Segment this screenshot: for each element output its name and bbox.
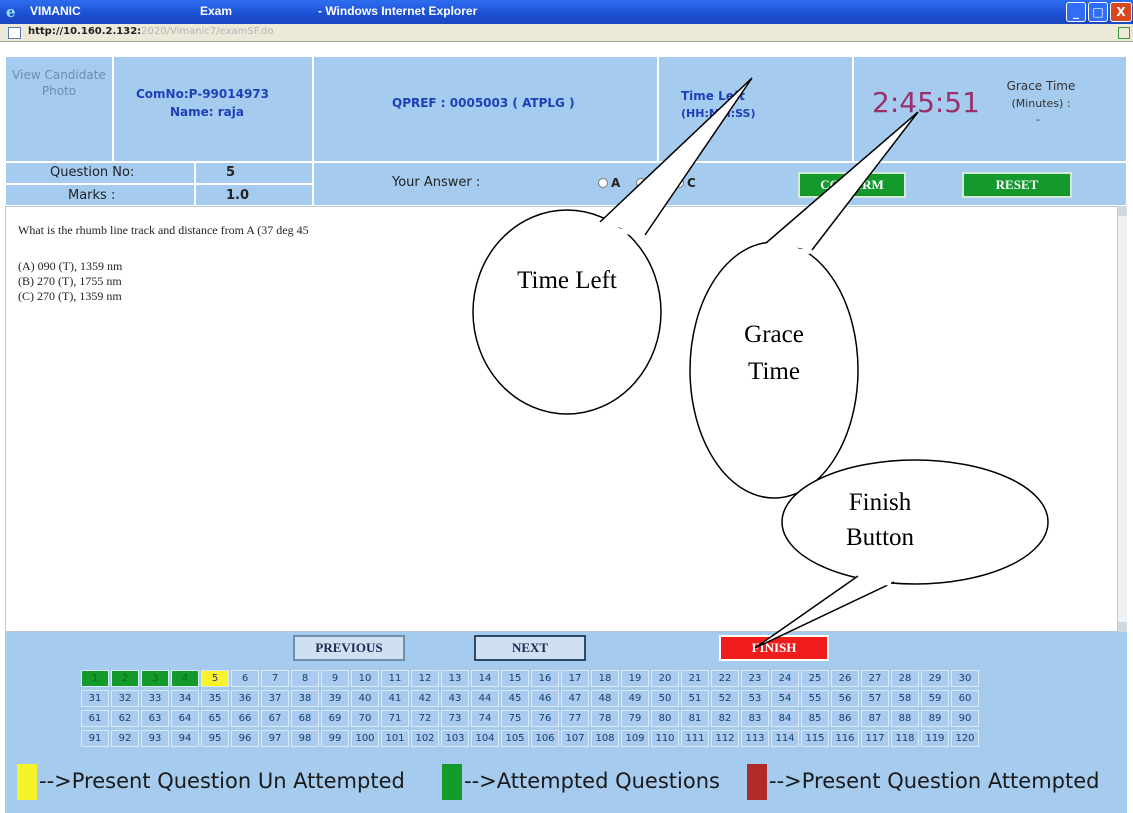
finish-button-callout: Finish Button xyxy=(825,485,935,555)
time-left-callout: Time Left xyxy=(517,262,617,299)
grace-time-callout-bubble xyxy=(689,111,919,499)
grace-time-callout-text: Grace Time xyxy=(744,321,804,385)
annotation-callouts xyxy=(472,77,1049,649)
grace-time-callout: Grace Time xyxy=(724,316,824,390)
time-left-callout-text: Time Left xyxy=(517,267,617,294)
finish-button-callout-text: Finish Button xyxy=(845,489,915,551)
